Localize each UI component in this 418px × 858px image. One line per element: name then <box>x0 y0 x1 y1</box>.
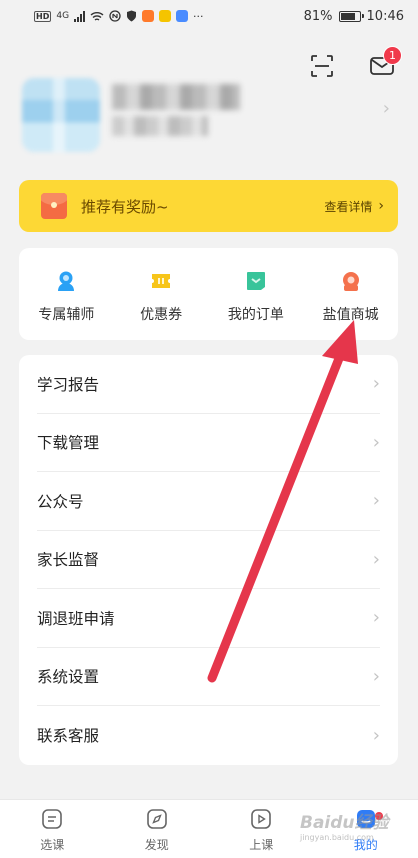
quick-entry-coupon[interactable]: 优惠券 <box>114 248 209 340</box>
user-name-blurred <box>112 84 240 110</box>
chevron-right-icon: › <box>372 431 380 453</box>
menu-item-label: 联系客服 <box>37 727 100 746</box>
chevron-right-icon: › <box>372 548 380 570</box>
referral-reward-banner[interactable]: 推荐有奖励~ 查看详情 › <box>19 180 398 232</box>
user-id-blurred <box>112 116 208 136</box>
reward-details-link[interactable]: 查看详情 <box>324 198 372 215</box>
menu-item-download-manager[interactable]: 下载管理 › <box>37 414 380 472</box>
quick-entry-label: 优惠券 <box>140 307 183 323</box>
scan-icon <box>311 55 333 77</box>
menu-item-label: 家长监督 <box>37 551 100 570</box>
class-icon <box>251 809 272 829</box>
tab-label: 上课 <box>249 838 274 852</box>
status-bar: HD 4G ··· 81% 10:46 <box>0 0 418 32</box>
quick-entry-label: 我的订单 <box>227 307 284 323</box>
status-bar-left: HD 4G ··· <box>34 10 204 23</box>
chevron-right-icon: › <box>372 665 380 687</box>
tab-course-select[interactable]: 选课 <box>0 800 105 858</box>
tab-label: 发现 <box>144 838 169 852</box>
battery-icon <box>338 10 364 22</box>
message-badge: 1 <box>383 46 402 65</box>
menu-item-label: 下载管理 <box>37 434 100 453</box>
menu-item-label: 学习报告 <box>37 375 100 394</box>
tutor-icon <box>58 271 75 291</box>
status-bar-right: 81% 10:46 <box>304 9 404 24</box>
chevron-right-icon: › <box>382 98 390 119</box>
hd-indicator: HD <box>34 10 52 22</box>
menu-item-parent-supervision[interactable]: 家长监督 › <box>37 531 380 589</box>
reward-title: 推荐有奖励~ <box>81 197 169 216</box>
more-notifications-icon: ··· <box>193 9 204 23</box>
tab-discover[interactable]: 发现 <box>105 800 210 858</box>
order-icon <box>246 272 265 290</box>
notification-app-icon <box>142 10 155 22</box>
quick-entry-label: 专属辅师 <box>38 307 95 323</box>
chevron-right-icon: › <box>372 724 380 746</box>
profile-card[interactable]: › <box>0 78 418 158</box>
wifi-icon <box>90 11 104 21</box>
red-envelope-icon <box>41 193 67 219</box>
nfc-icon <box>109 10 121 22</box>
tab-class[interactable]: 上课 <box>209 800 314 858</box>
notification-app-icon <box>159 10 172 22</box>
message-button[interactable]: 1 <box>369 46 402 81</box>
scan-button[interactable] <box>310 54 334 78</box>
mall-icon <box>342 272 359 291</box>
notification-app-icon <box>176 10 189 22</box>
watermark-url: jingyan.baidu.com <box>300 833 374 842</box>
menu-item-customer-service[interactable]: 联系客服 › <box>37 706 380 765</box>
quick-entry-orders[interactable]: 我的订单 <box>209 248 304 340</box>
quick-entry-tutor[interactable]: 专属辅师 <box>19 248 114 340</box>
watermark: Baidu经验 jingyan.baidu.com <box>300 808 389 842</box>
quick-entry-label: 盐值商城 <box>322 307 379 323</box>
menu-item-official-account[interactable]: 公众号 › <box>37 472 380 531</box>
discover-icon <box>146 809 167 829</box>
menu-item-system-settings[interactable]: 系统设置 › <box>37 648 380 706</box>
menu-item-study-report[interactable]: 学习报告 › <box>37 355 380 414</box>
coupon-icon <box>152 274 171 288</box>
chevron-right-icon: › <box>372 607 380 629</box>
quick-entries: 专属辅师 优惠券 我的订单 盐值商城 <box>19 248 398 340</box>
menu-item-class-change-refund[interactable]: 调退班申请 › <box>37 589 380 648</box>
course-select-icon <box>42 809 63 829</box>
network-type: 4G <box>56 11 70 21</box>
settings-menu: 学习报告 › 下载管理 › 公众号 › 家长监督 › 调退班申请 › 系统设置 › 联系客服… <box>19 355 398 765</box>
chevron-right-icon: › <box>372 490 380 512</box>
avatar[interactable] <box>22 78 100 152</box>
quick-entry-mall[interactable]: 盐值商城 <box>303 248 398 340</box>
menu-item-label: 系统设置 <box>37 668 100 687</box>
chevron-right-icon: › <box>372 373 380 395</box>
tab-label: 选课 <box>40 838 65 852</box>
shield-icon <box>127 10 137 22</box>
watermark-brand: Baidu经验 <box>300 813 389 833</box>
chevron-right-icon: › <box>378 198 384 214</box>
battery-percent: 81% <box>303 8 333 24</box>
menu-item-label: 公众号 <box>37 492 84 511</box>
menu-item-label: 调退班申请 <box>37 609 115 628</box>
signal-icon <box>74 10 86 22</box>
clock: 10:46 <box>366 8 404 24</box>
